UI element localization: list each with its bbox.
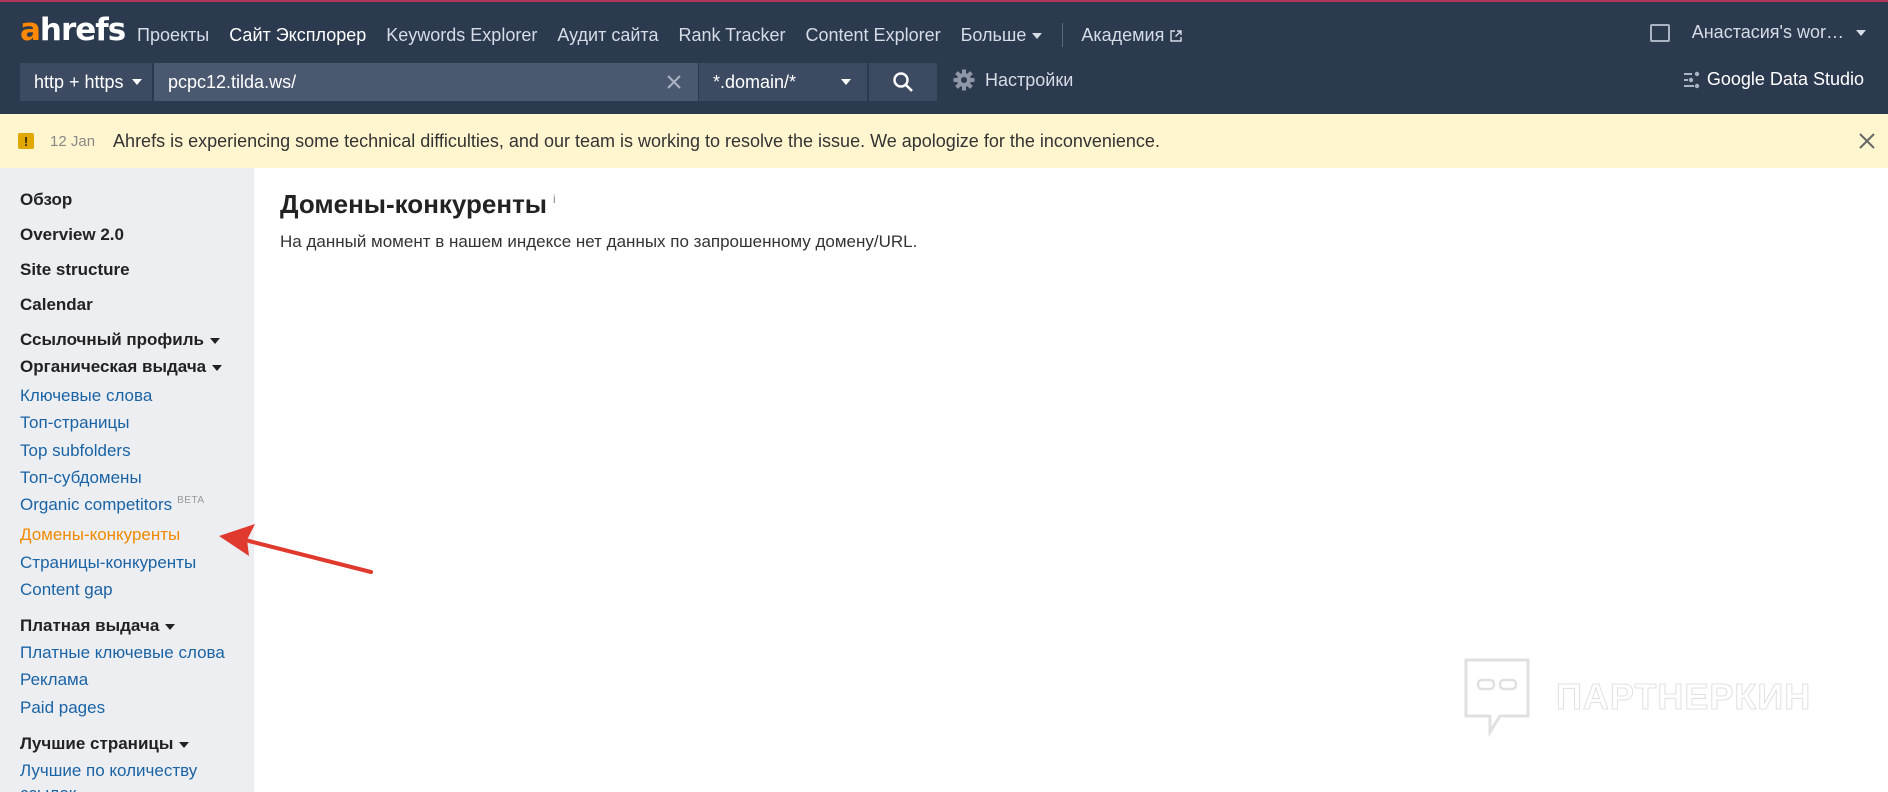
sidebar-item-paid-pages[interactable]: Paid pages (20, 698, 105, 718)
mode-select[interactable]: *.domain/* (699, 63, 867, 101)
search-button[interactable] (869, 63, 937, 101)
nav-divider (1062, 23, 1064, 47)
ahrefs-logo[interactable]: ahrefs (20, 12, 126, 48)
nav-site-explorer[interactable]: Сайт Эксплорер (229, 25, 366, 46)
sidebar-item-competing-domains[interactable]: Домены-конкуренты (20, 525, 180, 545)
sidebar-item-top-subdomains[interactable]: Топ-субдомены (20, 468, 142, 488)
sidebar-section-backlinks[interactable]: Ссылочный профиль (20, 330, 221, 350)
top-header: ahrefs Проекты Сайт Эксплорер Keywords E… (0, 0, 1888, 114)
nav-academy[interactable]: Академия (1081, 25, 1183, 46)
main-nav: Проекты Сайт Эксплорер Keywords Explorer… (137, 22, 1202, 48)
sidebar-item-paid-keywords[interactable]: Платные ключевые слова (20, 643, 225, 663)
sidebar-item-top-subfolders[interactable]: Top subfolders (20, 441, 131, 461)
close-icon[interactable] (1856, 130, 1878, 152)
red-arrow-annotation (219, 524, 373, 574)
notification-banner: ! 12 Jan Ahrefs is experiencing some tec… (0, 114, 1888, 168)
gear-icon (953, 69, 975, 91)
sidebar-item-keywords[interactable]: Ключевые слова (20, 386, 152, 406)
search-icon (893, 72, 913, 92)
protocol-select[interactable]: http + https (20, 63, 152, 101)
sidebar: Обзор Overview 2.0 Site structure Calend… (0, 168, 254, 792)
sidebar-item-organic-competitors[interactable]: Organic competitors BETA (20, 495, 205, 515)
data-studio-icon (1683, 71, 1700, 88)
banner-date: 12 Jan (50, 132, 96, 150)
sidebar-section-organic[interactable]: Органическая выдача (20, 357, 223, 377)
settings-link[interactable]: Настройки (953, 69, 1073, 91)
sidebar-item-content-gap[interactable]: Content gap (20, 580, 113, 600)
inbox-icon[interactable] (1649, 23, 1670, 42)
sidebar-item-ads[interactable]: Реклама (20, 670, 88, 690)
chevron-down-icon (212, 364, 223, 371)
sidebar-item-overview-2[interactable]: Overview 2.0 (20, 225, 124, 245)
sidebar-item-top-pages[interactable]: Топ-страницы (20, 413, 129, 433)
chevron-down-icon (210, 337, 221, 344)
chevron-down-icon (165, 623, 176, 630)
sidebar-item-site-structure[interactable]: Site structure (20, 260, 130, 280)
chevron-down-icon (179, 741, 190, 748)
nav-rank-tracker[interactable]: Rank Tracker (678, 25, 785, 46)
partnerkin-watermark: ПАРТНЕРКИН (1460, 656, 1811, 738)
empty-state-message: На данный момент в нашем индексе нет дан… (280, 232, 918, 251)
nav-keywords-explorer[interactable]: Keywords Explorer (386, 25, 537, 46)
nav-site-audit[interactable]: Аудит сайта (557, 25, 658, 46)
chevron-down-icon (131, 79, 142, 85)
chevron-down-icon (1032, 32, 1043, 39)
page-title: Домены-конкуренты i (280, 189, 556, 219)
chevron-down-icon (1856, 29, 1866, 36)
banner-text: Ahrefs is experiencing some technical di… (113, 130, 1160, 151)
sidebar-item-overview[interactable]: Обзор (20, 190, 72, 210)
sidebar-item-best-by-links[interactable]: Лучшие по количеству (20, 761, 197, 781)
workspace-name: Анастасия's wor… (1691, 22, 1844, 42)
nav-content-explorer[interactable]: Content Explorer (806, 25, 941, 46)
chevron-down-icon (841, 79, 851, 85)
sidebar-item-calendar[interactable]: Calendar (20, 295, 93, 315)
user-menu[interactable]: Анастасия's wor… (1649, 22, 1866, 43)
warning-icon: ! (18, 133, 34, 149)
nav-projects[interactable]: Проекты (137, 25, 209, 46)
search-bar: http + https pcpc12.tilda.ws/ *.domain/* (20, 63, 937, 101)
sidebar-section-best-pages[interactable]: Лучшие страницы (20, 734, 190, 754)
external-link-icon (1170, 30, 1183, 42)
info-icon[interactable]: i (553, 192, 556, 206)
clear-icon[interactable] (664, 72, 684, 92)
sidebar-item-competing-pages[interactable]: Страницы-конкуренты (20, 553, 196, 573)
beta-badge: BETA (177, 495, 205, 507)
nav-more[interactable]: Больше (961, 25, 1043, 46)
sidebar-section-paid[interactable]: Платная выдача (20, 616, 176, 636)
google-data-studio-link[interactable]: Google Data Studio (1683, 69, 1864, 90)
chat-bubble-icon (1464, 658, 1530, 738)
sidebar-item-best-by-links-cont[interactable]: ссылок (20, 784, 76, 792)
url-input[interactable]: pcpc12.tilda.ws/ (154, 63, 698, 101)
